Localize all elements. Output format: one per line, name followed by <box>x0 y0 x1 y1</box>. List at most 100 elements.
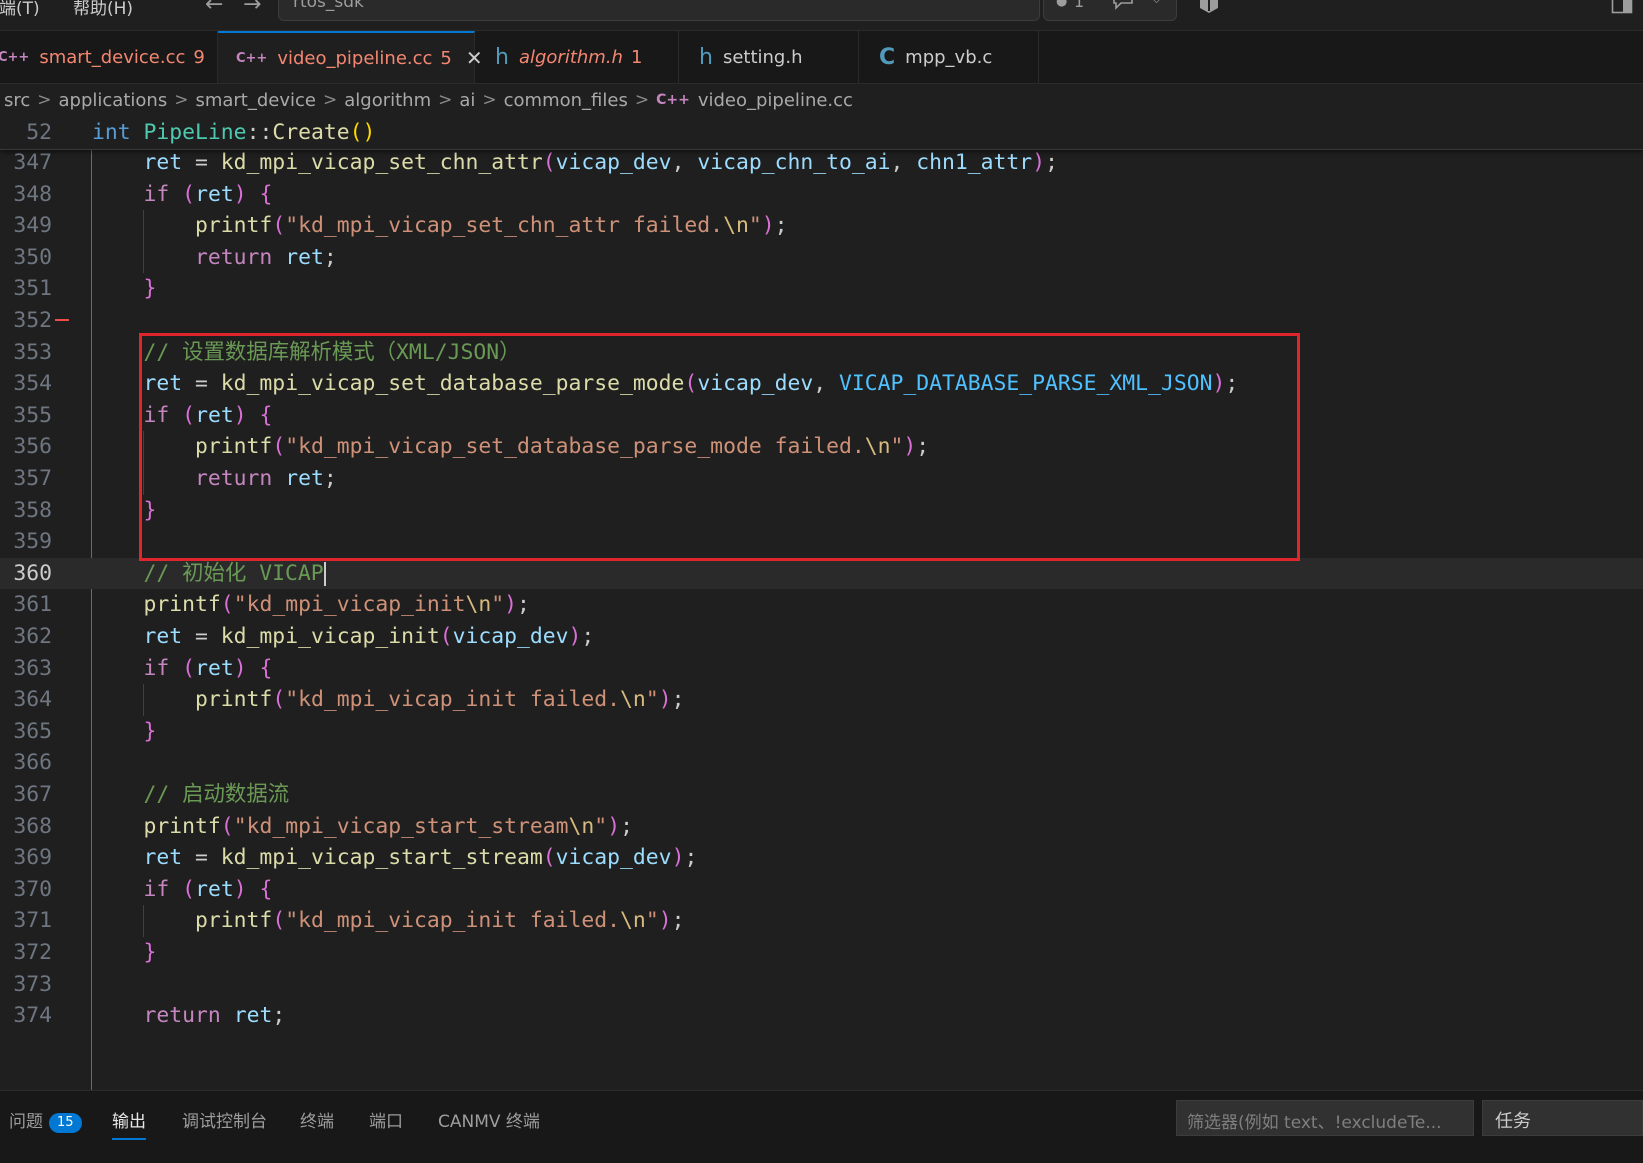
c-file-icon: C <box>879 44 896 70</box>
code-line[interactable]: 372 } <box>0 937 1643 969</box>
code-line[interactable]: 348 if (ret) { <box>0 179 1643 211</box>
line-number: 371 <box>13 908 52 934</box>
code-line[interactable]: 364 printf("kd_mpi_vicap_init failed.\n"… <box>0 684 1643 716</box>
line-number: 369 <box>13 845 52 871</box>
tab-label: setting.h <box>722 46 803 68</box>
panel-tab-debug-console[interactable]: 调试控制台 <box>182 1107 267 1132</box>
indent-guide <box>143 905 144 937</box>
back-arrow-icon[interactable]: ← <box>205 0 223 17</box>
tab-label: smart_device.cc <box>39 46 186 68</box>
code-text: ret = kd_mpi_vicap_init(vicap_dev); <box>143 624 595 649</box>
code-line[interactable]: 365 } <box>0 716 1643 748</box>
cpp-file-icon: C++ <box>0 49 30 65</box>
code-line[interactable]: 371 printf("kd_mpi_vicap_init failed.\n"… <box>0 905 1643 937</box>
panel-tab-label: 问题 <box>9 1112 43 1132</box>
sticky-scroll-line[interactable]: 52 int PipeLine::Create() <box>0 116 1643 150</box>
breadcrumb-item[interactable]: algorithm <box>344 90 431 111</box>
panel-tab-canmv-terminal[interactable]: CANMV 终端 <box>438 1107 540 1132</box>
tab-smart-device-cc[interactable]: C++ smart_device.cc 9 <box>0 31 235 83</box>
code-text: if (ret) { <box>143 876 273 902</box>
panel-tab-terminal[interactable]: 终端 <box>300 1107 334 1132</box>
menu-help[interactable]: 帮助(H) <box>73 0 133 19</box>
code-editor[interactable]: 52 int PipeLine::Create() 347 ret = kd_m… <box>0 116 1643 1090</box>
code-line[interactable]: 363 if (ret) { <box>0 653 1643 685</box>
chevron-down-icon[interactable]: ⌵ <box>1152 0 1161 7</box>
panel-tab-ports[interactable]: 端口 <box>369 1107 403 1132</box>
code-line[interactable]: 349 printf("kd_mpi_vicap_set_chn_attr fa… <box>0 210 1643 242</box>
code-line[interactable]: 368 printf("kd_mpi_vicap_start_stream\n"… <box>0 811 1643 843</box>
header-file-icon: h <box>699 44 713 70</box>
tab-algorithm-h[interactable]: h algorithm.h 1 <box>475 31 679 83</box>
menu-terminal[interactable]: 终端(T) <box>0 0 40 19</box>
copilot-icon[interactable] <box>1197 0 1221 20</box>
line-number: 358 <box>13 497 52 523</box>
code-line[interactable]: 362 ret = kd_mpi_vicap_init(vicap_dev); <box>0 621 1643 653</box>
panel-tab-problems[interactable]: 问题 15 <box>9 1107 82 1133</box>
breadcrumb-item-file[interactable]: video_pipeline.cc <box>698 90 853 111</box>
line-number: 366 <box>13 750 52 776</box>
chat-icon[interactable] <box>1112 0 1134 14</box>
code-line[interactable]: 351 } <box>0 273 1643 305</box>
chevron-right-icon: > <box>634 90 650 110</box>
editor-tab-bar: C++ smart_device.cc 9 C++ video_pipeline… <box>0 31 1643 84</box>
line-number: 359 <box>13 529 52 555</box>
code-line[interactable]: 374 return ret; <box>0 1000 1643 1032</box>
code-text: // 初始化 VICAP <box>143 560 326 586</box>
breadcrumb-item[interactable]: src <box>4 90 30 111</box>
code-line[interactable]: 347 ret = kd_mpi_vicap_set_chn_attr(vica… <box>0 147 1643 179</box>
code-line[interactable]: 350 return ret; <box>0 241 1643 274</box>
line-number: 360 <box>13 560 52 586</box>
line-number: 372 <box>13 940 52 965</box>
line-number: 352 <box>13 308 52 333</box>
code-text: } <box>143 276 157 302</box>
indent-guide <box>143 241 144 274</box>
forward-arrow-icon[interactable]: → <box>243 0 261 17</box>
error-count-badge: 5 <box>440 47 452 69</box>
code-text: printf("kd_mpi_vicap_init failed.\n"); <box>195 908 685 934</box>
line-number: 356 <box>13 434 52 460</box>
output-channel-select[interactable]: 任务 <box>1482 1100 1643 1136</box>
code-line[interactable]: 373 <box>0 969 1643 1001</box>
line-number: 370 <box>13 876 52 902</box>
code-line[interactable]: 369 ret = kd_mpi_vicap_start_stream(vica… <box>0 842 1643 874</box>
tab-label: mpp_vb.c <box>905 46 993 68</box>
code-line[interactable]: 352 <box>0 305 1643 337</box>
code-line[interactable]: 361 printf("kd_mpi_vicap_init\n"); <box>0 589 1643 621</box>
indent-guide <box>143 210 144 242</box>
notification-area[interactable]: ● 1 ⌵ <box>1043 0 1177 21</box>
error-count-badge: 9 <box>193 46 205 68</box>
code-text: } <box>143 940 157 965</box>
header-file-icon: h <box>495 44 509 70</box>
error-count-badge: 1 <box>630 46 643 68</box>
tab-label: algorithm.h <box>518 46 623 68</box>
line-number: 363 <box>13 655 52 681</box>
breadcrumb-item[interactable]: common_files <box>504 90 628 111</box>
layout-icon[interactable] <box>1611 0 1633 18</box>
title-bar: 终端(T) 帮助(H) ← → rtos_sdk ● 1 ⌵ <box>0 0 1643 31</box>
tab-setting-h[interactable]: h setting.h <box>679 31 859 83</box>
line-number: 368 <box>13 813 52 839</box>
code-line[interactable]: 360 // 初始化 VICAP <box>0 557 1643 590</box>
cpp-file-icon: C++ <box>236 50 268 66</box>
line-number: 349 <box>13 213 52 239</box>
command-center-search[interactable]: rtos_sdk <box>278 0 1040 21</box>
tab-mpp-vb-c[interactable]: C mpp_vb.c <box>859 31 1039 83</box>
bottom-panel-bar: 问题 15 输出 调试控制台 终端 端口 CANMV 终端 筛选器(例如 text… <box>0 1090 1643 1163</box>
code-line[interactable]: 370 if (ret) { <box>0 874 1643 906</box>
notification-count: 1 <box>1074 0 1085 11</box>
code-text: printf("kd_mpi_vicap_init\n"); <box>143 592 530 618</box>
output-filter-input[interactable]: 筛选器(例如 text、!excludeTe... <box>1176 1100 1474 1136</box>
breadcrumb-item[interactable]: smart_device <box>195 90 316 111</box>
code-line[interactable]: 366 <box>0 747 1643 779</box>
tab-video-pipeline-cc[interactable]: C++ video_pipeline.cc 5 ✕ <box>218 31 483 83</box>
code-text: ret = kd_mpi_vicap_set_chn_attr(vicap_de… <box>143 150 1058 175</box>
command-center-text: rtos_sdk <box>293 0 364 12</box>
tab-label: video_pipeline.cc <box>277 47 433 69</box>
breadcrumb-item[interactable]: ai <box>459 90 475 111</box>
code-line[interactable]: 367 // 启动数据流 <box>0 779 1643 811</box>
line-number: 362 <box>13 624 52 649</box>
code-text: ret = kd_mpi_vicap_start_stream(vicap_de… <box>143 845 698 871</box>
line-number: 350 <box>13 244 52 270</box>
panel-tab-output[interactable]: 输出 <box>112 1107 146 1140</box>
breadcrumb-item[interactable]: applications <box>59 90 168 111</box>
